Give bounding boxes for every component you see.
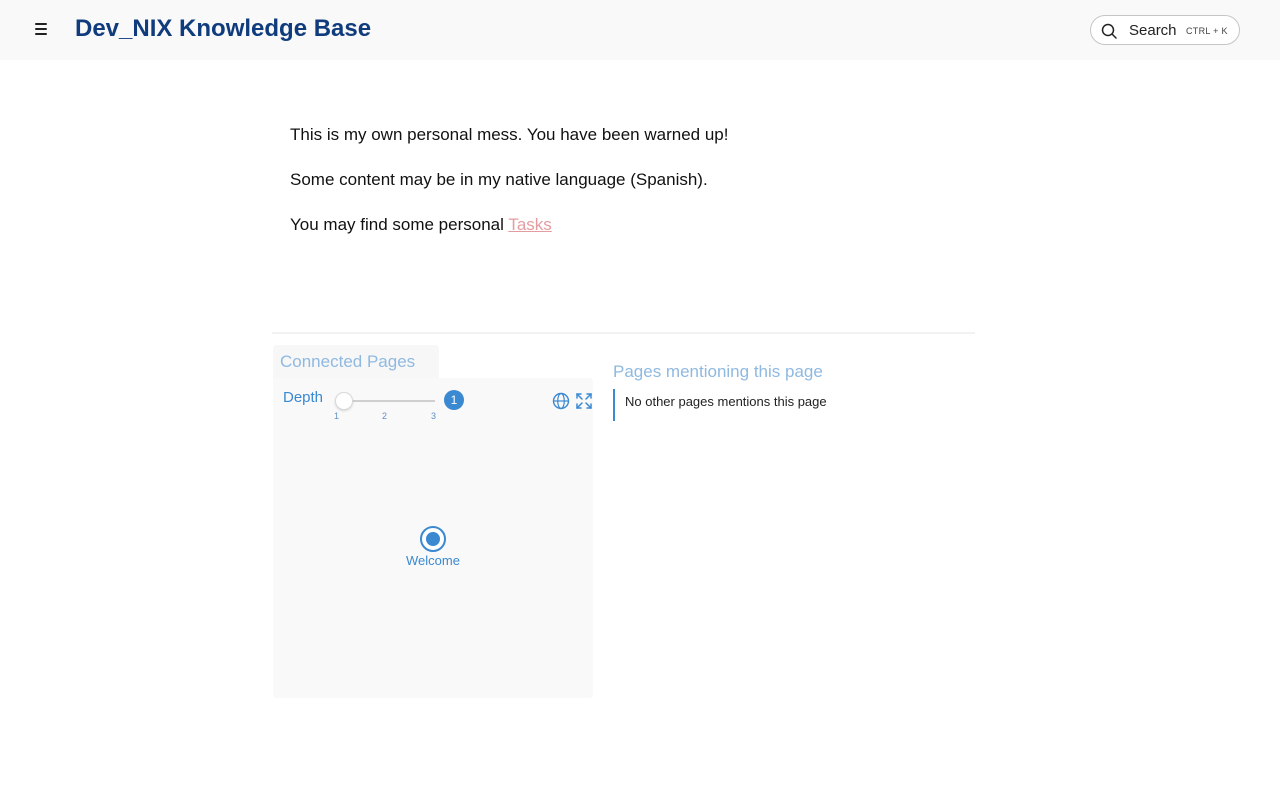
- connected-pages-tab[interactable]: Connected Pages: [273, 345, 439, 378]
- graph-node-welcome[interactable]: [420, 526, 446, 552]
- intro-line-1: This is my own personal mess. You have b…: [290, 125, 729, 144]
- search-shortcut: CTRL + K: [1186, 26, 1228, 36]
- search-label: Search: [1129, 22, 1177, 39]
- graph-panel[interactable]: Depth 1 2 3 1 Welcome: [273, 378, 593, 698]
- connected-pages-title: Connected Pages: [280, 352, 416, 371]
- mentions-empty-text: No other pages mentions this page: [625, 394, 827, 409]
- intro-line-3-text: You may find some personal: [290, 215, 509, 234]
- depth-slider-handle[interactable]: [335, 392, 353, 410]
- intro-line-3: You may find some personal Tasks: [290, 214, 970, 236]
- page-content: This is my own personal mess. You have b…: [290, 124, 970, 259]
- search-icon: [1101, 23, 1117, 39]
- mentions-title: Pages mentioning this page: [613, 362, 823, 381]
- site-title[interactable]: Dev_NIX Knowledge Base: [75, 15, 371, 43]
- divider: [272, 332, 975, 334]
- depth-value-badge: 1: [444, 390, 464, 410]
- search-button[interactable]: Search CTRL + K: [1090, 15, 1240, 45]
- graph-node-label[interactable]: Welcome: [383, 553, 483, 568]
- expand-icon[interactable]: [575, 392, 593, 410]
- mentions-list: No other pages mentions this page: [613, 389, 953, 421]
- top-bar: Dev_NIX Knowledge Base Search CTRL + K: [0, 0, 1280, 60]
- depth-tick: 1: [334, 411, 340, 421]
- depth-slider-track[interactable]: [339, 400, 435, 402]
- menu-icon[interactable]: [31, 19, 51, 39]
- depth-label: Depth: [283, 389, 324, 406]
- globe-icon[interactable]: [552, 392, 570, 410]
- depth-tick: 3: [431, 411, 437, 421]
- depth-tick: 2: [382, 411, 388, 421]
- tasks-link[interactable]: Tasks: [508, 215, 551, 234]
- intro-line-2: Some content may be in my native languag…: [290, 170, 708, 189]
